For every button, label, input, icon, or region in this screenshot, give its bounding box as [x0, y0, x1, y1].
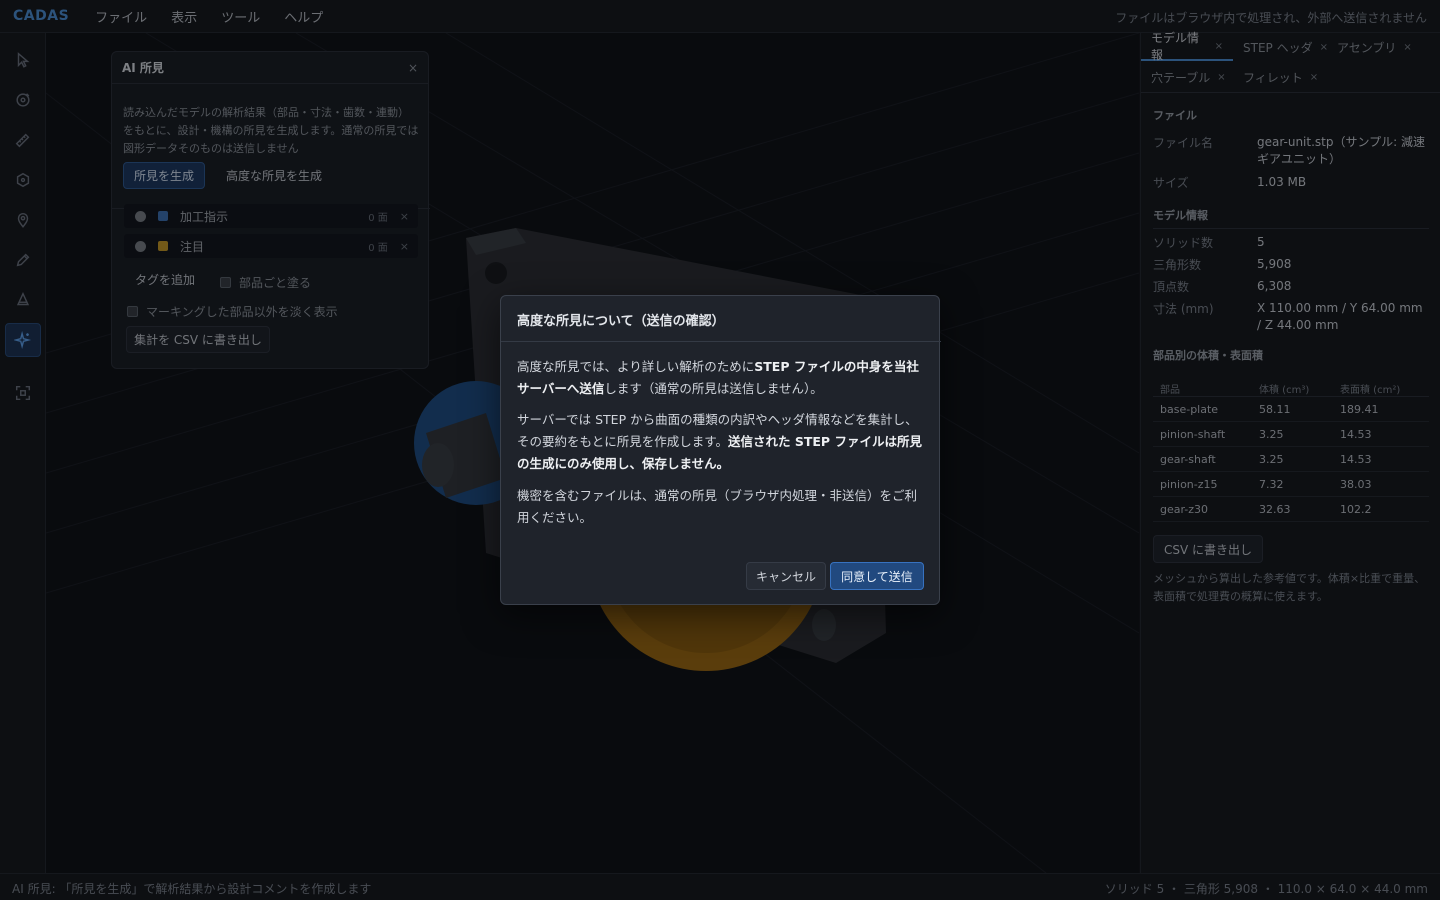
agree-and-send-button[interactable]: 同意して送信	[830, 562, 924, 590]
cancel-button[interactable]: キャンセル	[746, 562, 826, 590]
dialog-text: 高度な所見では、より詳しい解析のために	[517, 359, 755, 374]
dialog-paragraph-server: サーバーでは STEP から曲面の種類の内訳やヘッダ情報などを集計し、その要約を…	[517, 409, 925, 475]
dialog-title: 高度な所見について（送信の確認）	[517, 314, 725, 329]
dialog-divider	[501, 341, 941, 342]
dialog-text: します（通常の所見は送信しません）。	[604, 381, 823, 396]
dialog-paragraph-send: 高度な所見では、より詳しい解析のためにSTEP ファイルの中身を当社サーバーへ送…	[517, 356, 925, 400]
dialog-paragraph-confidential: 機密を含むファイルは、通常の所見（ブラウザ内処理・非送信）をご利用ください。	[517, 488, 918, 525]
send-confirmation-dialog: 高度な所見について（送信の確認） 高度な所見では、より詳しい解析のためにSTEP…	[500, 295, 941, 605]
